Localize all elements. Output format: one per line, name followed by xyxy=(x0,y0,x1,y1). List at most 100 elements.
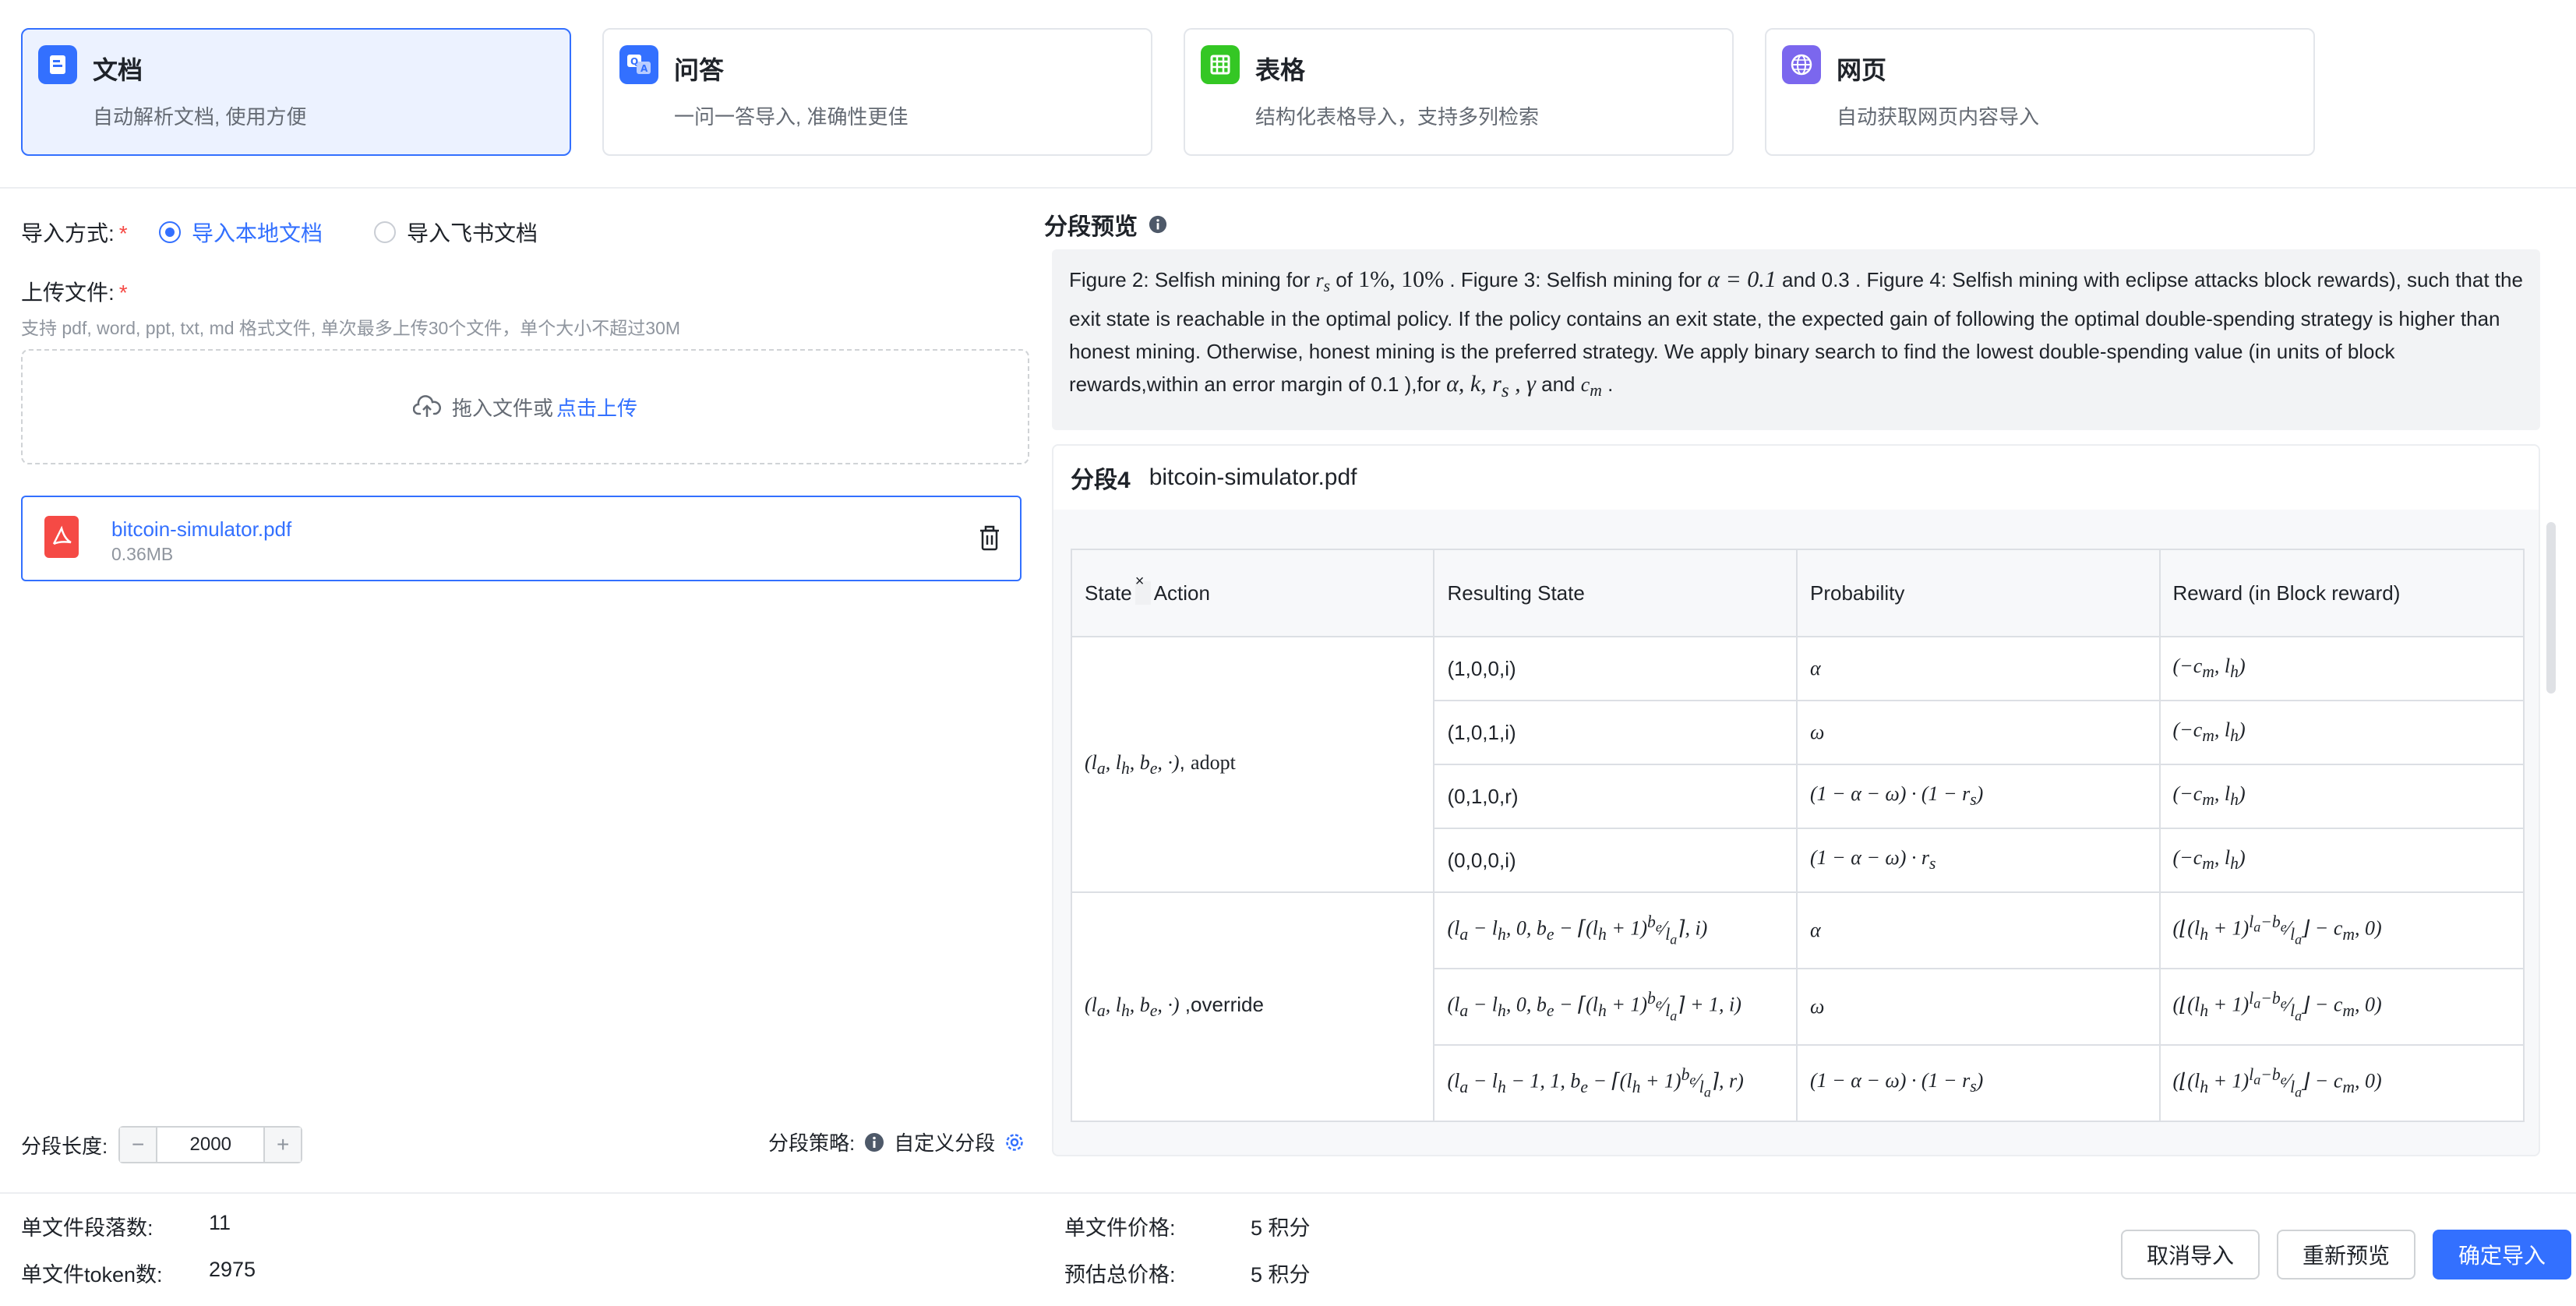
segment-length: 分段长度: − 2000 + xyxy=(21,1126,303,1163)
seg-count-label: 单文件段落数: xyxy=(21,1216,154,1240)
preview-title-text: 分段预览 xyxy=(1044,214,1138,240)
radio-import-local[interactable]: 导入本地文档 xyxy=(159,217,323,248)
qa-icon: QA xyxy=(619,45,658,84)
upload-cloud-icon xyxy=(412,395,441,417)
preview-scrollbar[interactable] xyxy=(2546,522,2556,694)
upload-hint: 支持 pdf, word, ppt, txt, md 格式文件, 单次最多上传3… xyxy=(21,318,681,338)
trash-icon[interactable] xyxy=(978,525,1001,552)
price-value: 5 积分 xyxy=(1251,1216,1311,1240)
globe-icon xyxy=(1782,45,1821,84)
table-cell: (1 − α − ω) · rs xyxy=(1795,828,2161,893)
table-cell: (0,0,0,i) xyxy=(1433,828,1798,893)
gear-icon[interactable] xyxy=(1004,1132,1025,1152)
card-qa[interactable]: QA 问答 一问一答导入, 准确性更佳 xyxy=(602,28,1152,156)
document-icon xyxy=(38,45,77,84)
segment-preview-card: 分段4 bitcoin-simulator.pdf State × Action R… xyxy=(1052,444,2540,1156)
card-webpage-title: 网页 xyxy=(1837,56,1887,84)
table-cell: (la − lh, 0, be − ⌈(lh + 1)be⁄la⌉ + 1, i… xyxy=(1433,968,1798,1046)
token-count-value: 2975 xyxy=(209,1258,256,1281)
drop-text: 拖入文件或 xyxy=(451,396,553,420)
table-cell: (⌊(lh + 1)la−be⁄la⌋ − cm, 0) xyxy=(2158,1044,2525,1122)
radio-selected-icon xyxy=(159,221,181,243)
card-document-title: 文档 xyxy=(93,56,143,84)
table-cell: (0,1,0,r) xyxy=(1433,764,1798,829)
segment-header: 分段4 bitcoin-simulator.pdf xyxy=(1053,446,2539,510)
radio-import-feishu[interactable]: 导入飞书文档 xyxy=(374,217,538,248)
preview-text-block: Figure 2: Selfish mining for rs of 1%, 1… xyxy=(1052,249,2540,430)
price-label: 单文件价格: xyxy=(1064,1216,1176,1240)
segment-file: bitcoin-simulator.pdf xyxy=(1149,464,1357,490)
divider xyxy=(0,187,2576,189)
preview-title: 分段预览 xyxy=(1044,207,1167,242)
card-qa-desc: 一问一答导入, 准确性更佳 xyxy=(674,105,909,129)
radio-import-feishu-label: 导入飞书文档 xyxy=(407,221,538,245)
card-webpage-desc: 自动获取网页内容导入 xyxy=(1837,105,2040,129)
info-icon xyxy=(1149,215,1167,234)
segment-table: State × Action Resulting State Probability… xyxy=(1070,549,2525,1122)
table-cell: α xyxy=(1795,891,2161,969)
total-price-label: 预估总价格: xyxy=(1064,1263,1176,1287)
upload-dropzone[interactable]: 拖入文件或 点击上传 xyxy=(21,349,1029,464)
table-cell: ω xyxy=(1795,968,2161,1046)
uploaded-file-item[interactable]: bitcoin-simulator.pdf 0.36MB xyxy=(21,496,1022,581)
upload-file-label: 上传文件: * xyxy=(21,281,128,305)
repreview-button[interactable]: 重新预览 xyxy=(2277,1230,2415,1280)
table-cell: (−cm, lh) xyxy=(2158,764,2525,829)
radio-import-local-label: 导入本地文档 xyxy=(192,221,323,245)
table-cell: (1,0,0,i) xyxy=(1433,636,1798,701)
table-header-cell: Probability xyxy=(1795,549,2161,637)
svg-text:Q: Q xyxy=(630,56,638,67)
table-cell: (1,0,1,i) xyxy=(1433,700,1798,765)
table-header-cell: Reward (in Block reward) xyxy=(2158,549,2525,637)
table-header-row: State × Action Resulting State Probability… xyxy=(1070,549,2525,637)
info-icon xyxy=(865,1132,884,1152)
card-webpage[interactable]: 网页 自动获取网页内容导入 xyxy=(1765,28,2315,156)
card-qa-title: 问答 xyxy=(674,56,725,84)
svg-text:A: A xyxy=(640,63,648,74)
table-icon xyxy=(1201,45,1240,84)
table-cell-state-action: (la, lh, be, ·), adopt xyxy=(1070,636,1435,893)
total-price-value: 5 积分 xyxy=(1251,1263,1311,1287)
table-cell: (−cm, lh) xyxy=(2158,828,2525,893)
table-cell: (la − lh − 1, 1, be − ⌈(lh + 1)be⁄la⌉, r… xyxy=(1433,1044,1798,1122)
card-document[interactable]: 文档 自动解析文档, 使用方便 xyxy=(21,28,571,156)
card-table-title: 表格 xyxy=(1255,56,1306,84)
table-header-cell: Resulting State xyxy=(1433,549,1798,637)
card-table-desc: 结构化表格导入，支持多列检索 xyxy=(1255,105,1540,129)
segment-strategy-label: 分段策略: xyxy=(768,1131,856,1155)
segment-label: 分段4 xyxy=(1071,468,1131,493)
decrement-button[interactable]: − xyxy=(120,1128,157,1162)
table-cell: (⌊(lh + 1)la−be⁄la⌋ − cm, 0) xyxy=(2158,891,2525,969)
table-cell: α xyxy=(1795,636,2161,701)
table-cell: (−cm, lh) xyxy=(2158,636,2525,701)
radio-unselected-icon xyxy=(374,221,396,243)
import-type-cards: 文档 自动解析文档, 使用方便 QA 问答 一问一答导入, 准确性更佳 表格 结… xyxy=(21,28,2315,156)
seg-count-value: 11 xyxy=(209,1211,231,1234)
file-name[interactable]: bitcoin-simulator.pdf xyxy=(111,517,291,542)
table-row: (la, lh, be, ·), adopt (1,0,0,i) α (−cm,… xyxy=(1070,636,2525,893)
increment-button[interactable]: + xyxy=(265,1128,302,1162)
table-cell: (la − lh, 0, be − ⌈(lh + 1)be⁄la⌉, i) xyxy=(1433,891,1798,969)
table-header-cell: State × Action xyxy=(1070,549,1435,637)
table-cell: (⌊(lh + 1)la−be⁄la⌋ − cm, 0) xyxy=(2158,968,2525,1046)
pdf-file-icon xyxy=(44,516,79,558)
file-size: 0.36MB xyxy=(111,544,174,564)
segment-length-stepper[interactable]: − 2000 + xyxy=(118,1126,303,1163)
table-cell: (1 − α − ω) · (1 − rs) xyxy=(1795,1044,2161,1122)
table-cell-state-action: (la, lh, be, ·) ,override xyxy=(1070,891,1435,1122)
segment-strategy: 分段策略: 自定义分段 xyxy=(768,1128,1025,1156)
table-cell: (−cm, lh) xyxy=(2158,700,2525,765)
segment-length-input[interactable]: 2000 xyxy=(156,1128,266,1162)
card-table[interactable]: 表格 结构化表格导入，支持多列检索 xyxy=(1184,28,1734,156)
click-upload-link[interactable]: 点击上传 xyxy=(556,393,637,422)
confirm-import-button[interactable]: 确定导入 xyxy=(2433,1230,2571,1280)
segment-length-label: 分段长度: xyxy=(21,1134,108,1158)
card-document-desc: 自动解析文档, 使用方便 xyxy=(93,105,307,129)
table-cell: ω xyxy=(1795,700,2161,765)
token-count-label: 单文件token数: xyxy=(21,1263,163,1287)
table-cell: (1 − α − ω) · (1 − rs) xyxy=(1795,764,2161,829)
cancel-import-button[interactable]: 取消导入 xyxy=(2121,1230,2260,1280)
segment-strategy-value: 自定义分段 xyxy=(894,1131,996,1155)
import-method-label: 导入方式: * xyxy=(21,221,128,245)
table-row: (la, lh, be, ·) ,override (la − lh, 0, b… xyxy=(1070,891,2525,1122)
